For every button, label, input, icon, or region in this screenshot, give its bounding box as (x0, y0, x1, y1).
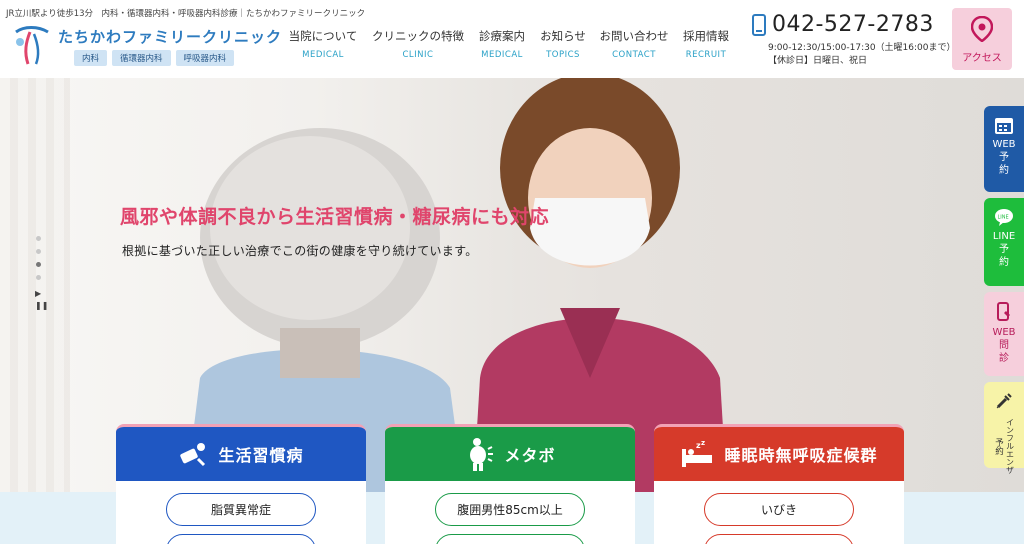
pause-icon[interactable]: ❚❚ (35, 300, 48, 312)
site-header: JR立川駅より徒歩13分 内科・循環器内科・呼吸器内科診療｜たちかわファミリーク… (0, 0, 1024, 78)
symptom-pill[interactable] (435, 534, 585, 544)
category-card-lifestyle[interactable]: 生活習慣病 脂質異常症 (116, 424, 366, 544)
symptom-pill[interactable] (166, 534, 316, 544)
nav-item-recruit[interactable]: 採用情報 RECRUIT (676, 28, 736, 60)
symptom-pill[interactable]: 腹囲男性85cm以上 (435, 493, 585, 526)
slider-dot-active[interactable] (36, 262, 41, 267)
slider-dot[interactable] (36, 275, 41, 280)
nav-item-topics[interactable]: お知らせ TOPICS (534, 28, 592, 60)
phone-number: 042-527-2783 (772, 12, 934, 37)
mobile-form-icon (997, 302, 1010, 321)
card-title: 生活習慣病 (218, 446, 304, 465)
symptom-pill[interactable] (704, 534, 854, 544)
access-button[interactable]: アクセス (952, 8, 1012, 70)
calendar-icon (995, 118, 1013, 134)
opening-hours: 9:00-12:30/15:00-17:30（土曜16:00まで） 【休診日】日… (768, 43, 956, 66)
department-tags: 内科 循環器内科 呼吸器内科 (74, 50, 235, 66)
header-tagline: JR立川駅より徒歩13分 内科・循環器内科・呼吸器内科診療｜たちかわファミリーク… (6, 9, 366, 19)
hero-subline: 根拠に基づいた正しい治療でこの街の健康を守り続けています。 (122, 244, 478, 258)
hero-headline: 風邪や体調不良から生活習慣病・糖尿病にも対応 (120, 206, 550, 228)
category-card-sleep-apnea[interactable]: z z 睡眠時無呼吸症候群 いびき (654, 424, 904, 544)
dept-tag: 呼吸器内科 (175, 50, 235, 66)
syringe-icon (996, 393, 1012, 409)
map-pin-icon (970, 15, 994, 43)
symptom-pill[interactable]: いびき (704, 493, 854, 526)
nav-item-clinic[interactable]: クリニックの特徴 CLINIC (366, 28, 470, 60)
slider-dot[interactable] (36, 236, 41, 241)
category-card-metabo[interactable]: メタボ 腹囲男性85cm以上 (385, 424, 635, 544)
clinic-name[interactable]: たちかわファミリークリニック (58, 26, 282, 47)
slider-dot[interactable] (36, 249, 41, 254)
main-nav: 当院について MEDICAL クリニックの特徴 CLINIC 診療案内 MEDI… (280, 28, 736, 60)
slider-dots: ▶ ❚❚ (35, 236, 48, 312)
dept-tag: 内科 (74, 50, 108, 66)
nav-item-medical[interactable]: 診療案内 MEDICAL (470, 28, 534, 60)
flu-vaccine-reservation-button[interactable]: 予約 インフルエンザ (984, 382, 1024, 474)
nav-item-contact[interactable]: お問い合わせ CONTACT (592, 28, 676, 60)
line-chat-icon: LINE (995, 209, 1013, 226)
clinic-logo-icon[interactable] (8, 22, 56, 68)
web-reservation-button[interactable]: WEB 予 約 (984, 106, 1024, 192)
symptom-pill[interactable]: 脂質異常症 (166, 493, 316, 526)
metabo-body-icon (470, 438, 494, 471)
line-reservation-button[interactable]: LINE LINE 予 約 (984, 198, 1024, 286)
nav-item-about[interactable]: 当院について MEDICAL (280, 28, 366, 60)
svg-text:LINE: LINE (998, 215, 1009, 221)
lifestyle-disease-icon (180, 443, 206, 467)
smartphone-icon (752, 13, 766, 36)
card-title: 睡眠時無呼吸症候群 (724, 446, 878, 465)
dept-tag: 循環器内科 (112, 50, 171, 66)
card-title: メタボ (504, 446, 556, 465)
phone-link[interactable]: 042-527-2783 (752, 12, 934, 37)
sleep-bed-icon: z z (682, 439, 713, 467)
svg-text:z: z (701, 439, 706, 447)
play-icon[interactable]: ▶ (35, 288, 48, 300)
web-interview-button[interactable]: WEB 問 診 (984, 292, 1024, 376)
